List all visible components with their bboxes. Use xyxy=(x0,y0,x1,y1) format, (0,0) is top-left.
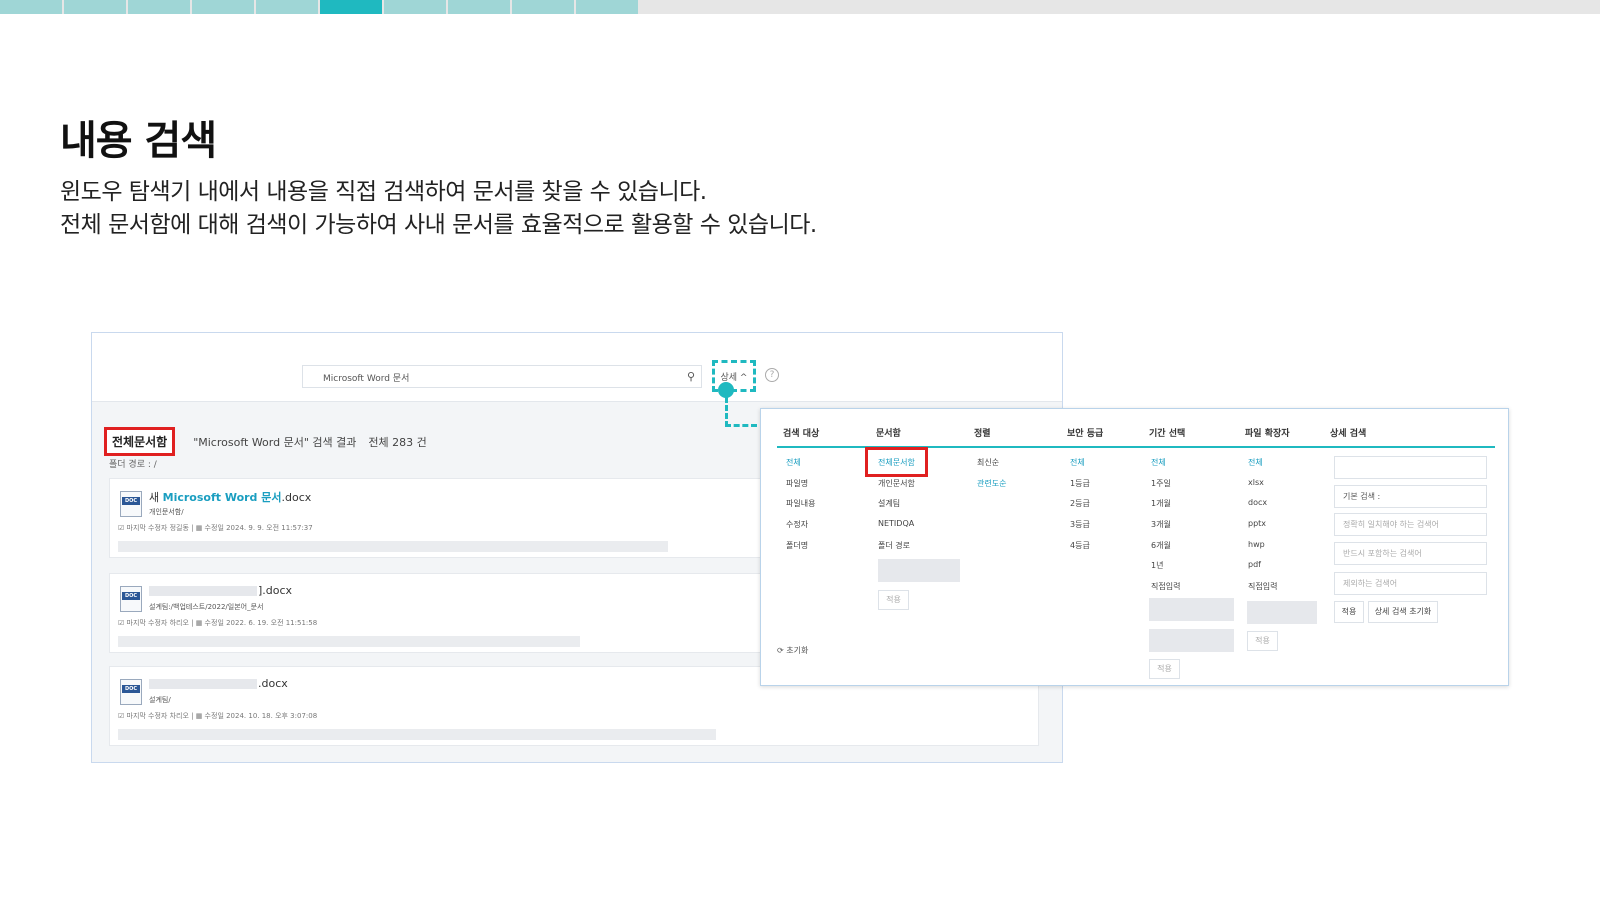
security-option-level1[interactable]: 1등급 xyxy=(1070,478,1090,489)
target-option-foldername[interactable]: 폴더명 xyxy=(786,540,808,551)
result-header: 전체문서함 "Microsoft Word 문서" 검색 결과 전체 283 건 xyxy=(104,427,427,456)
progress-segment xyxy=(576,0,638,14)
header-document-box: 문서함 xyxy=(876,429,901,439)
result-query-text: "Microsoft Word 문서" 검색 결과 xyxy=(193,435,357,449)
security-option-level2[interactable]: 2등급 xyxy=(1070,498,1090,509)
header-period: 기간 선택 xyxy=(1149,429,1186,439)
search-icon[interactable]: ⚲ xyxy=(687,370,695,383)
search-input[interactable] xyxy=(303,367,663,388)
box-apply-button[interactable]: 적용 xyxy=(878,590,909,610)
security-option-level4[interactable]: 4등급 xyxy=(1070,540,1090,551)
page-description: 윈도우 탐색기 내에서 내용을 직접 검색하여 문서를 찾을 수 있습니다. 전… xyxy=(60,176,817,242)
progress-segment xyxy=(384,0,446,14)
sort-option-relevance[interactable]: 관련도순 xyxy=(977,478,1006,489)
content-preview-placeholder xyxy=(118,729,716,740)
box-option-personal[interactable]: 개인문서함 xyxy=(878,478,915,489)
must-include-field[interactable]: 반드시 포함하는 검색어 xyxy=(1334,542,1487,565)
step-progress-bar xyxy=(0,0,1600,14)
file-path: 설계팀/ xyxy=(149,696,171,704)
period-option-1year[interactable]: 1년 xyxy=(1151,560,1163,571)
exact-match-field[interactable]: 정확히 일치해야 하는 검색어 xyxy=(1334,513,1487,536)
file-meta: ☑ 마지막 수정자 하리오 | ▦ 수정일 2022. 6. 19. 오전 11… xyxy=(118,619,318,627)
box-option-design-team[interactable]: 설계팀 xyxy=(878,498,900,509)
detail-apply-button[interactable]: 적용 xyxy=(1334,601,1364,623)
current-folder-label: 전체문서함 xyxy=(104,427,176,456)
basic-search-field[interactable]: 기본 검색 : xyxy=(1334,485,1487,508)
period-option-all[interactable]: 전체 xyxy=(1151,457,1166,468)
period-option-3months[interactable]: 3개월 xyxy=(1151,519,1171,530)
progress-segment xyxy=(448,0,510,14)
ext-apply-button[interactable]: 적용 xyxy=(1247,631,1278,651)
header-detail-search: 상세 검색 xyxy=(1330,429,1367,439)
sort-option-latest[interactable]: 최신순 xyxy=(977,457,999,468)
box-option-netidqa[interactable]: NETIDQA xyxy=(878,519,914,528)
period-end-input[interactable] xyxy=(1149,629,1234,652)
search-box[interactable]: ⚲ xyxy=(302,365,702,388)
file-meta: ☑ 마지막 수정자 정길동 | ▦ 수정일 2024. 9. 9. 오전 11:… xyxy=(118,524,313,532)
period-option-custom[interactable]: 직접입력 xyxy=(1151,581,1180,592)
search-toolbar: ⚲ 상세 ^ ? xyxy=(92,333,1062,402)
folder-path-input[interactable] xyxy=(878,559,960,582)
ext-option-docx[interactable]: docx xyxy=(1248,498,1267,507)
ext-option-pptx[interactable]: pptx xyxy=(1248,519,1266,528)
docx-file-icon: DOC xyxy=(120,679,142,705)
ext-custom-input[interactable] xyxy=(1247,601,1317,624)
docx-file-icon: DOC xyxy=(120,491,142,517)
ext-option-hwp[interactable]: hwp xyxy=(1248,540,1265,549)
exclude-field[interactable]: 제외하는 검색어 xyxy=(1334,572,1487,595)
page-title: 내용 검색 xyxy=(60,118,217,164)
docx-file-icon: DOC xyxy=(120,586,142,612)
content-preview-placeholder xyxy=(118,541,668,552)
detail-search-input[interactable] xyxy=(1334,456,1487,479)
ext-option-custom[interactable]: 직접입력 xyxy=(1248,581,1277,592)
header-security-level: 보안 등급 xyxy=(1067,429,1104,439)
file-name[interactable]: .docx xyxy=(149,677,288,690)
ext-option-all[interactable]: 전체 xyxy=(1248,457,1263,468)
progress-segment xyxy=(0,0,62,14)
period-option-6months[interactable]: 6개월 xyxy=(1151,540,1171,551)
progress-segment xyxy=(256,0,318,14)
callout-connector xyxy=(725,397,757,427)
header-file-extension: 파일 확장자 xyxy=(1245,429,1290,439)
target-option-modifier[interactable]: 수정자 xyxy=(786,519,808,530)
reset-all-button[interactable]: ⟳ 초기화 xyxy=(777,645,808,656)
progress-segment xyxy=(128,0,190,14)
box-option-folder-path[interactable]: 폴더 경로 xyxy=(878,540,910,551)
file-name[interactable]: 새 Microsoft Word 문서.docx xyxy=(149,489,311,505)
target-option-all[interactable]: 전체 xyxy=(786,457,801,468)
target-option-content[interactable]: 파일내용 xyxy=(786,498,815,509)
description-line-1: 윈도우 탐색기 내에서 내용을 직접 검색하여 문서를 찾을 수 있습니다. xyxy=(60,179,707,205)
header-search-target: 검색 대상 xyxy=(783,429,820,439)
callout-dot xyxy=(718,382,734,398)
description-line-2: 전체 문서함에 대해 검색이 가능하여 사내 문서를 효율적으로 활용할 수 있… xyxy=(60,212,817,238)
security-option-all[interactable]: 전체 xyxy=(1070,457,1085,468)
detail-search-panel: 검색 대상 문서함 정렬 보안 등급 기간 선택 파일 확장자 상세 검색 전체… xyxy=(760,408,1509,686)
redacted-name xyxy=(149,586,257,596)
period-option-1month[interactable]: 1개월 xyxy=(1151,498,1171,509)
box-option-all[interactable]: 전체문서함 xyxy=(878,457,915,468)
ext-option-pdf[interactable]: pdf xyxy=(1248,560,1261,569)
folder-path-label: 폴더 경로 : / xyxy=(109,460,157,470)
content-preview-placeholder xyxy=(118,636,580,647)
redacted-name xyxy=(149,679,257,689)
progress-segment-active xyxy=(320,0,382,14)
header-sort: 정렬 xyxy=(974,429,991,439)
period-option-1week[interactable]: 1주일 xyxy=(1151,478,1171,489)
file-path: 설계팀:/백업테스트/2022/일본어_문서 xyxy=(149,603,264,611)
detail-reset-button[interactable]: 상세 검색 초기화 xyxy=(1368,601,1438,623)
file-name[interactable]: ].docx xyxy=(149,584,292,597)
security-option-level3[interactable]: 3등급 xyxy=(1070,519,1090,530)
progress-segment xyxy=(512,0,574,14)
progress-segment xyxy=(192,0,254,14)
target-option-filename[interactable]: 파일명 xyxy=(786,478,808,489)
file-meta: ☑ 마지막 수정자 차리오 | ▦ 수정일 2024. 10. 18. 오후 3… xyxy=(118,712,318,720)
period-start-input[interactable] xyxy=(1149,598,1234,621)
period-apply-button[interactable]: 적용 xyxy=(1149,659,1180,679)
result-count: 전체 283 건 xyxy=(368,435,427,449)
progress-segment xyxy=(64,0,126,14)
file-path: 개인문서함/ xyxy=(149,508,184,516)
ext-option-xlsx[interactable]: xlsx xyxy=(1248,478,1264,487)
help-icon[interactable]: ? xyxy=(765,368,779,382)
